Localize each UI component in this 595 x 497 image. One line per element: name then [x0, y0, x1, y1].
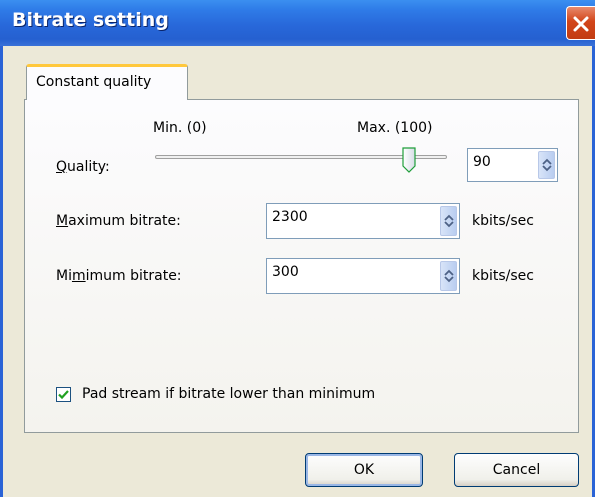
max-bitrate-value: 2300: [272, 209, 308, 225]
quality-value: 90: [473, 154, 491, 170]
cancel-button[interactable]: Cancel: [454, 453, 579, 487]
slider-min-label: Min. (0): [153, 120, 207, 136]
max-bitrate-unit: kbits/sec: [472, 213, 534, 229]
min-bitrate-value: 300: [272, 264, 299, 280]
max-bitrate-label: Maximum bitrate:: [56, 213, 181, 229]
quality-spinbox[interactable]: 90: [467, 148, 558, 182]
min-bitrate-unit: kbits/sec: [472, 268, 534, 284]
max-bitrate-spin-arrows[interactable]: [440, 206, 457, 236]
max-bitrate-spinbox[interactable]: 2300: [266, 203, 460, 239]
spin-arrows-icon: [444, 269, 454, 283]
title-bar: Bitrate setting: [0, 0, 595, 46]
tab-label: Constant quality: [36, 74, 152, 90]
window-border-left: [0, 46, 3, 497]
quality-spin-arrows[interactable]: [538, 151, 555, 179]
checkmark-icon: [58, 390, 69, 400]
spin-arrows-icon: [542, 158, 552, 172]
min-bitrate-spinbox[interactable]: 300: [266, 258, 460, 294]
pad-stream-label[interactable]: Pad stream if bitrate lower than minimum: [82, 386, 375, 402]
slider-max-label: Max. (100): [357, 120, 433, 136]
close-icon: [573, 16, 589, 32]
spin-arrows-icon: [444, 214, 454, 228]
min-bitrate-label: Mimimum bitrate:: [56, 268, 182, 284]
min-bitrate-spin-arrows[interactable]: [440, 261, 457, 291]
close-button[interactable]: [566, 6, 595, 40]
pad-stream-checkbox[interactable]: [56, 387, 71, 402]
tab-constant-quality[interactable]: Constant quality: [26, 64, 188, 100]
quality-label: Quality:: [56, 159, 110, 175]
ok-button[interactable]: OK: [305, 453, 423, 487]
quality-slider-thumb[interactable]: [402, 147, 416, 173]
window-title: Bitrate setting: [12, 9, 169, 31]
